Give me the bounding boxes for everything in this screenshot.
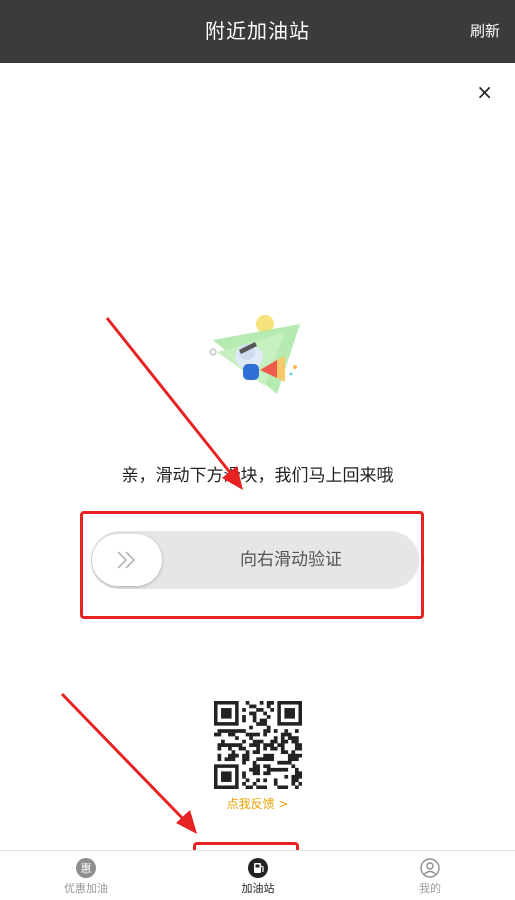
refresh-button[interactable]: 刷新 [470,0,500,63]
tab-discount-refuel[interactable]: 惠 优惠加油 [0,851,172,900]
discount-icon: 惠 [76,858,96,878]
qr-finder-pattern [214,764,239,789]
gas-station-icon [248,858,268,878]
mascot-illustration [209,315,300,394]
tab-mine[interactable]: 我的 [344,851,515,900]
qr-code [214,701,302,789]
feedback-link[interactable]: 点我反馈 > [0,795,515,812]
qr-finder-pattern [214,701,239,726]
page-title: 附近加油站 [205,19,310,43]
close-button[interactable]: × [476,80,493,104]
tab-label: 我的 [419,882,441,895]
tab-gas-station[interactable]: 加油站 [172,851,344,900]
annotation-box-slider [80,511,424,619]
annotation-arrow [60,692,197,834]
user-icon [420,858,440,878]
tab-label: 优惠加油 [64,882,108,895]
qr-finder-pattern [277,701,302,726]
bottom-tab-bar: 惠 优惠加油 加油站 我的 [0,850,515,900]
header-bar: 附近加油站 刷新 [0,0,515,63]
svg-text:惠: 惠 [81,861,92,875]
tab-label: 加油站 [241,882,275,895]
verification-prompt: 亲，滑动下方滑块，我们马上回来哦 [121,466,394,486]
